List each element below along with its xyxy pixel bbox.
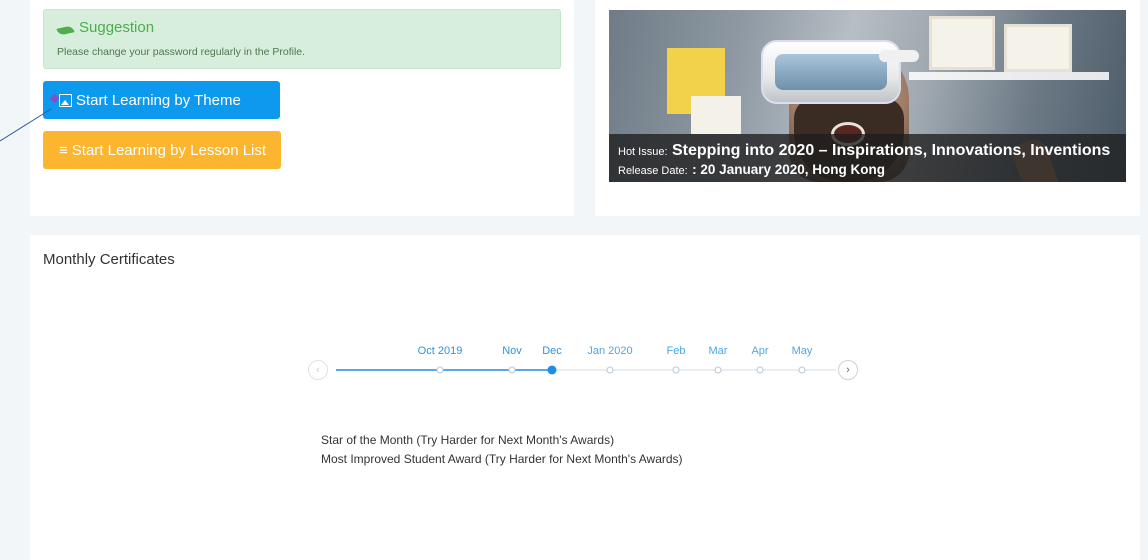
monthly-certificates-panel: Monthly Certificates Oct 2019 Nov Dec Jan 2… — [30, 235, 1140, 560]
release-date-value: : 20 January 2020, Hong Kong — [692, 162, 885, 177]
awards-list: Star of the Month (Try Harder for Next M… — [321, 431, 683, 469]
timeline-month-label[interactable]: May — [792, 345, 813, 357]
hot-issue-title[interactable]: Stepping into 2020 – Inspirations, Innov… — [672, 142, 1110, 159]
timeline-month-dot[interactable] — [508, 366, 516, 374]
hot-issue-line: Hot Issue: Stepping into 2020 – Inspirat… — [618, 142, 1110, 160]
shelf — [909, 72, 1109, 80]
lesson-button-label: Start Learning by Lesson List — [71, 141, 267, 159]
hot-issue-label: Hot Issue: — [618, 146, 668, 158]
award-item: Most Improved Student Award (Try Harder … — [321, 452, 683, 466]
banner-caption: Hot Issue: Stepping into 2020 – Inspirat… — [609, 134, 1126, 182]
timeline-month-label[interactable]: Dec — [542, 345, 562, 357]
chevron-left-icon[interactable]: ‹ — [308, 360, 328, 380]
list-icon: ≡ — [59, 141, 68, 159]
timeline-month-label[interactable]: Nov — [502, 345, 522, 357]
vr-headset-front — [775, 54, 887, 90]
start-learning-by-lesson-list-button[interactable]: ≡ Start Learning by Lesson List — [43, 131, 281, 169]
wall-frame — [929, 16, 995, 70]
timeline-month-label[interactable]: Apr — [751, 345, 768, 357]
theme-button-label: Start Learning by Theme — [76, 91, 241, 109]
award-item: Star of the Month (Try Harder for Next M… — [321, 433, 615, 447]
timeline-month-dot[interactable] — [606, 366, 614, 374]
background-object — [691, 96, 741, 134]
timeline-month-dot[interactable] — [714, 366, 722, 374]
timeline-month-label[interactable]: Feb — [667, 345, 686, 357]
release-date-line: Release Date: : 20 January 2020, Hong Ko… — [618, 161, 885, 179]
timeline-month-label[interactable]: Oct 2019 — [418, 345, 463, 357]
timeline-track — [336, 369, 836, 371]
timeline-month-dot[interactable] — [547, 365, 557, 375]
chevron-right-icon[interactable]: › — [838, 360, 858, 380]
left-panel: Suggestion Please change your password r… — [30, 0, 574, 216]
wall-frame — [1004, 24, 1072, 72]
timeline-month-dot[interactable] — [798, 366, 806, 374]
image-icon — [59, 93, 72, 107]
hot-issue-banner[interactable]: Hot Issue: Stepping into 2020 – Inspirat… — [609, 10, 1126, 182]
timeline-month-dot[interactable] — [756, 366, 764, 374]
pointer-line — [0, 108, 52, 142]
timeline-month-label[interactable]: Jan 2020 — [587, 345, 632, 357]
timeline-month-dot[interactable] — [672, 366, 680, 374]
vr-strap — [879, 50, 919, 62]
suggestion-heading: Suggestion — [56, 19, 155, 36]
suggestion-alert: Suggestion Please change your password r… — [43, 9, 561, 69]
suggestion-text: Please change your password regularly in… — [57, 46, 306, 58]
timeline-month-dot[interactable] — [436, 366, 444, 374]
right-panel: Hot Issue: Stepping into 2020 – Inspirat… — [595, 0, 1140, 216]
timeline-month-label[interactable]: Mar — [709, 345, 728, 357]
suggestion-title: Suggestion — [79, 19, 155, 36]
release-date-label: Release Date: — [618, 165, 688, 177]
month-timeline: Oct 2019 Nov Dec Jan 2020 Feb Mar Apr May ‹ › — [30, 235, 1140, 560]
start-learning-by-theme-button[interactable]: Start Learning by Theme — [43, 81, 280, 119]
